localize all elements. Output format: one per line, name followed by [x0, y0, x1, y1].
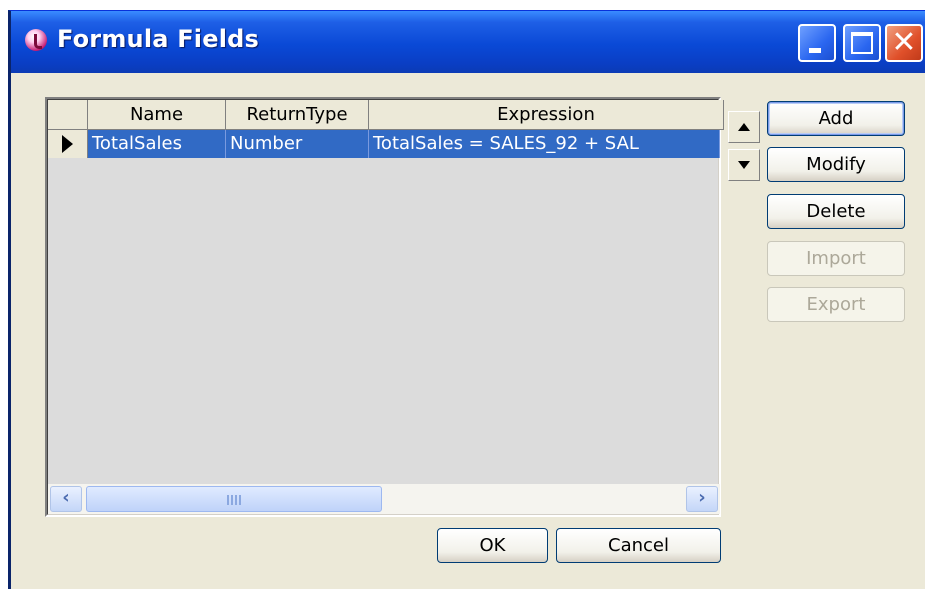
horizontal-scrollbar[interactable]: ‹ › — [48, 484, 720, 514]
formula-fields-dialog: Formula Fields ✕ Name ReturnType Express… — [8, 10, 925, 589]
column-header-returntype[interactable]: ReturnType — [226, 100, 369, 130]
grid-body: Name ReturnType Expression TotalSales Nu… — [47, 99, 724, 515]
minimize-icon — [809, 48, 821, 53]
move-up-button[interactable] — [728, 111, 760, 143]
export-button[interactable]: Export — [767, 287, 905, 322]
window-title: Formula Fields — [57, 25, 260, 53]
close-icon: ✕ — [891, 25, 917, 60]
scrollbar-thumb[interactable] — [86, 486, 382, 512]
current-row-icon — [48, 130, 88, 158]
table-row[interactable]: TotalSales Number TotalSales = SALES_92 … — [48, 130, 720, 158]
minimize-button[interactable] — [798, 24, 836, 62]
add-button[interactable]: Add — [767, 101, 905, 136]
delete-button[interactable]: Delete — [767, 194, 905, 229]
column-header-name[interactable]: Name — [88, 100, 226, 130]
modify-button[interactable]: Modify — [767, 147, 905, 182]
column-header-expression[interactable]: Expression — [369, 100, 724, 130]
maximize-icon — [851, 32, 873, 54]
cancel-button[interactable]: Cancel — [556, 528, 721, 563]
formula-grid[interactable]: Name ReturnType Expression TotalSales Nu… — [45, 97, 724, 517]
cell-expression[interactable]: TotalSales = SALES_92 + SAL — [369, 130, 720, 158]
grid-corner-header — [48, 100, 88, 130]
formula-app-icon — [25, 29, 47, 51]
close-button[interactable]: ✕ — [885, 24, 923, 62]
title-bar[interactable]: Formula Fields ✕ — [11, 11, 925, 73]
ok-button[interactable]: OK — [437, 528, 548, 563]
move-down-button[interactable] — [728, 149, 760, 181]
cell-name[interactable]: TotalSales — [88, 130, 226, 158]
grip-icon — [227, 495, 243, 505]
scroll-right-icon[interactable]: › — [686, 486, 718, 512]
scroll-left-icon[interactable]: ‹ — [50, 486, 82, 512]
import-button[interactable]: Import — [767, 241, 905, 276]
cell-returntype[interactable]: Number — [226, 130, 369, 158]
maximize-button[interactable] — [843, 24, 881, 62]
